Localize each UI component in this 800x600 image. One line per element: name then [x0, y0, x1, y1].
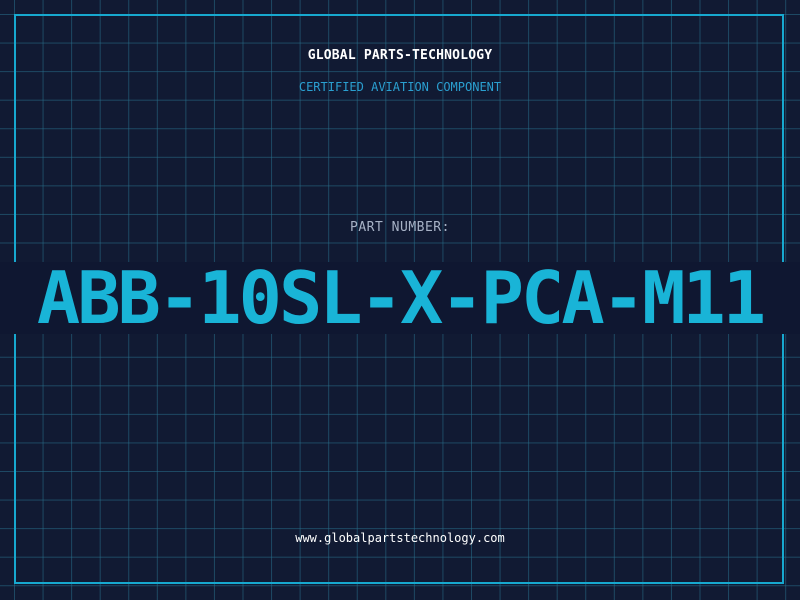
- company-name: GLOBAL PARTS-TECHNOLOGY: [307, 48, 493, 63]
- part-number-label: PART NUMBER:: [350, 220, 450, 235]
- website-url: www.globalpartstechnology.com: [295, 531, 505, 545]
- part-label-card: GLOBAL PARTS-TECHNOLOGY CERTIFIED AVIATI…: [0, 0, 800, 600]
- part-number-value: ABB-10SL-X-PCA-M11: [36, 262, 766, 334]
- part-number-band: ABB-10SL-X-PCA-M11: [0, 262, 800, 334]
- certification-tagline: CERTIFIED AVIATION COMPONENT: [298, 80, 502, 94]
